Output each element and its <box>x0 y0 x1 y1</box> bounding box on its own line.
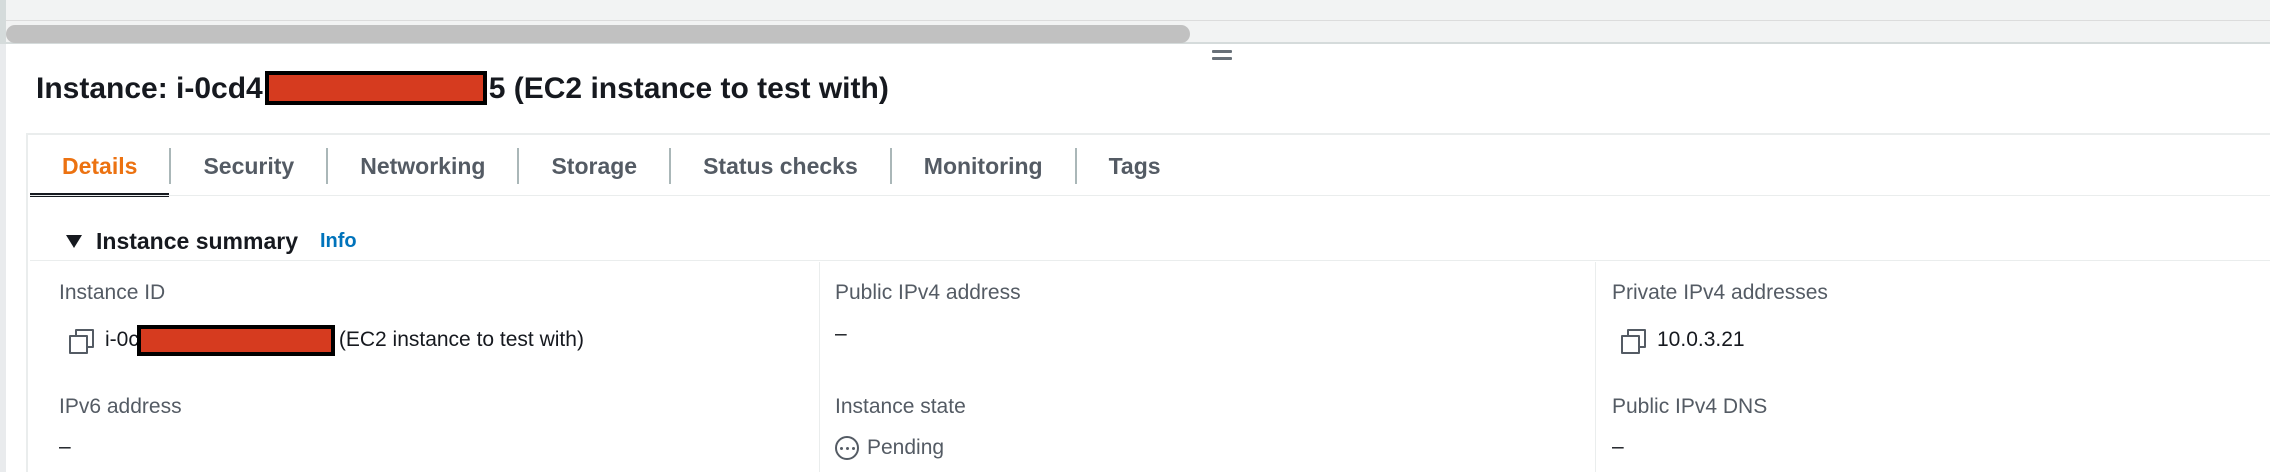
instance-state-text: Pending <box>867 436 945 459</box>
title-prefix: Instance: i-0cd4 <box>36 72 263 105</box>
tabs-divider <box>30 195 2270 196</box>
private-ipv4-value: 10.0.3.21 <box>1621 325 1745 355</box>
instance-id-prefix: i-0c <box>105 328 139 351</box>
tab-label: Monitoring <box>923 152 1043 179</box>
instance-id-label: Instance ID <box>59 281 166 304</box>
tab-networking[interactable]: Networking <box>328 135 517 197</box>
horizontal-scroll-area <box>0 0 2270 44</box>
tab-label: Security <box>203 152 295 179</box>
drag-handle-icon[interactable] <box>1212 50 1232 64</box>
copy-icon[interactable] <box>69 329 94 354</box>
ipv6-address-label: IPv6 address <box>59 395 182 418</box>
summary-divider <box>30 260 2270 261</box>
column-divider <box>1595 262 1596 472</box>
copy-icon[interactable] <box>1621 329 1646 354</box>
public-dns-value: – <box>1612 435 1624 458</box>
ipv6-address-value: – <box>59 435 71 458</box>
info-link[interactable]: Info <box>320 230 357 253</box>
private-ipv4-label: Private IPv4 addresses <box>1612 281 1828 304</box>
tab-tags[interactable]: Tags <box>1077 135 1193 197</box>
public-ipv4-label: Public IPv4 address <box>835 281 1021 304</box>
left-border <box>0 44 6 472</box>
tab-security[interactable]: Security <box>171 135 326 197</box>
section-title: Instance summary <box>96 227 298 254</box>
public-dns-label: Public IPv4 DNS <box>1612 395 1768 418</box>
horizontal-scrollbar-thumb[interactable] <box>6 25 1190 43</box>
tab-label: Details <box>62 152 138 179</box>
tab-label: Tags <box>1108 152 1161 179</box>
caret-down-icon[interactable] <box>66 234 82 248</box>
title-suffix: 5 (EC2 instance to test with) <box>488 72 889 105</box>
page-title: Instance: i-0cd4 5 (EC2 instance to test … <box>36 69 889 109</box>
tab-status-checks[interactable]: Status checks <box>671 135 890 197</box>
instance-id-suffix: (EC2 instance to test with) <box>338 328 584 351</box>
tab-bar: Details Security Networking Storage Stat… <box>30 135 1193 197</box>
private-ipv4-text: 10.0.3.21 <box>1657 328 1745 351</box>
instance-state-label: Instance state <box>835 395 966 418</box>
tab-details[interactable]: Details <box>30 135 170 197</box>
instance-summary-header[interactable]: Instance summary Info <box>66 226 357 256</box>
column-divider <box>819 262 820 472</box>
redaction-box <box>264 71 487 106</box>
scroll-track <box>6 20 2270 21</box>
pending-icon <box>835 436 859 460</box>
instance-id-value: i-0c (EC2 instance to test with) <box>69 322 584 358</box>
tab-monitoring[interactable]: Monitoring <box>892 135 1075 197</box>
scroll-area-edge <box>0 0 6 44</box>
tab-label: Storage <box>551 152 638 179</box>
instance-state-value: Pending <box>835 433 944 463</box>
public-ipv4-value: – <box>835 322 847 345</box>
tab-label: Networking <box>360 152 486 179</box>
tab-storage[interactable]: Storage <box>519 135 669 197</box>
tab-label: Status checks <box>703 152 858 179</box>
redaction-box <box>136 324 335 356</box>
